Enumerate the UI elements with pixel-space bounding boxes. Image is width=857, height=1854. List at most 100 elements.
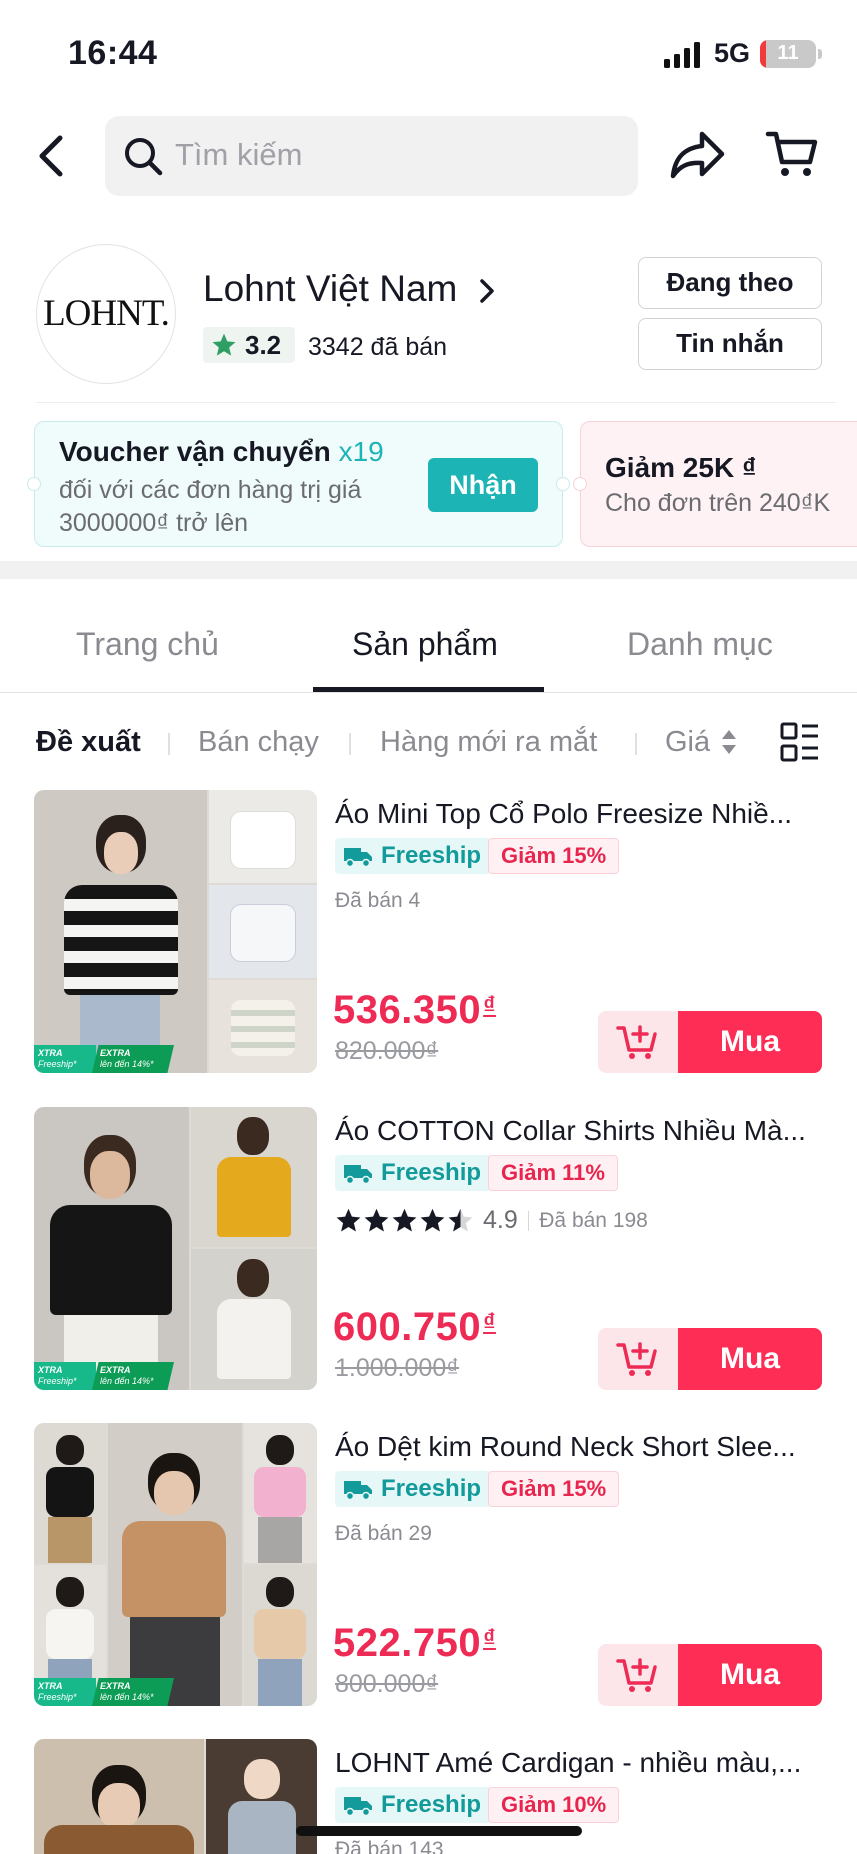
shipping-voucher-card[interactable]: Voucher vận chuyển x19 đối với các đơn h… [34, 421, 563, 547]
search-input[interactable]: Tìm kiếm [105, 116, 638, 196]
product-image[interactable]: XTRA Freeship* EXTRA lên đến 14%* [34, 1107, 317, 1390]
product-title[interactable]: LOHNT Amé Cardigan - nhiều màu,... [335, 1747, 825, 1779]
product-sold-count: Đã bán 29 [335, 1522, 432, 1545]
product-photo [206, 1739, 317, 1854]
cart-icon[interactable] [764, 126, 820, 182]
voucher-description: đối với các đơn hàng trị giá 3000000₫ tr… [59, 476, 362, 537]
signal-icon [664, 42, 700, 68]
star-icon [336, 1208, 361, 1232]
product-card[interactable]: XTRA Freeship* EXTRA lên đến 14%* Áo Mini … [0, 790, 857, 1075]
search-icon [125, 138, 163, 176]
truck-icon [344, 1165, 372, 1184]
freeship-label: Freeship [381, 1475, 482, 1502]
divider [36, 402, 836, 403]
product-photo [209, 885, 317, 978]
product-title[interactable]: Áo Dệt kim Round Neck Short Slee... [335, 1431, 825, 1463]
sort-best-selling[interactable]: Bán chạy [198, 726, 319, 759]
discount-badge: Giảm 10% [488, 1787, 620, 1823]
sort-arrows-icon[interactable] [720, 727, 738, 757]
section-gap [0, 561, 857, 579]
voucher-notch [556, 477, 570, 491]
add-to-cart-button[interactable] [598, 1011, 678, 1073]
original-price: 800.000₫ [335, 1670, 439, 1698]
search-placeholder: Tìm kiếm [175, 137, 303, 172]
product-photo [191, 1249, 317, 1390]
tabs-divider [0, 692, 857, 693]
discount-badge: Giảm 15% [488, 838, 620, 874]
tab-categories[interactable]: Danh mục [627, 626, 773, 663]
sort-price[interactable]: Giá [665, 726, 710, 759]
original-price: 820.000₫ [335, 1037, 439, 1065]
status-bar: 16:44 5G 11 [0, 0, 857, 110]
rating-stars [335, 1207, 475, 1234]
voucher-description: Cho đơn trên 240₫K [605, 489, 831, 517]
buy-button[interactable]: Mua [678, 1644, 822, 1706]
sort-separator [349, 733, 351, 755]
chevron-right-icon[interactable] [476, 276, 498, 306]
shop-name[interactable]: Lohnt Việt Nam [203, 268, 457, 310]
product-title[interactable]: Áo Mini Top Cổ Polo Freesize Nhiề... [335, 798, 825, 830]
star-icon [212, 333, 236, 356]
model-photo [108, 1423, 242, 1706]
product-photo [209, 980, 317, 1073]
product-card[interactable]: XTRA Freeship* EXTRA lên đến 14%* Áo COTTO… [0, 1107, 857, 1392]
following-button[interactable]: Đang theo [638, 257, 822, 309]
status-time: 16:44 [68, 34, 158, 72]
xtra-extra-badge: XTRA Freeship* EXTRA lên đến 14%* [34, 1678, 174, 1706]
list-layout-icon[interactable] [780, 722, 820, 764]
product-photo [34, 1423, 106, 1563]
product-card[interactable]: LOHNT Amé Cardigan - nhiều màu,... Frees… [0, 1739, 857, 1854]
discount-voucher-card[interactable]: Giảm 25K ₫ Cho đơn trên 240₫K [580, 421, 857, 547]
product-title[interactable]: Áo COTTON Collar Shirts Nhiều Mà... [335, 1115, 825, 1147]
voucher-notch [27, 477, 41, 491]
sort-recommended[interactable]: Đề xuất [36, 726, 141, 759]
model-photo [34, 790, 207, 1073]
shop-rating-value: 3.2 [245, 329, 282, 360]
product-sold-count: Đã bán 143 [335, 1838, 444, 1854]
product-sold-count: Đã bán 198 [539, 1208, 648, 1232]
freeship-badge: Freeship [335, 838, 492, 874]
tab-home[interactable]: Trang chủ [76, 626, 219, 663]
truck-icon [344, 848, 372, 867]
add-to-cart-button[interactable] [598, 1644, 678, 1706]
star-icon [392, 1208, 417, 1232]
battery-icon: 11 [760, 40, 816, 68]
share-icon[interactable] [668, 126, 726, 184]
cart-plus-icon [616, 1025, 657, 1059]
product-photo [191, 1107, 317, 1247]
claim-voucher-button[interactable]: Nhận [428, 458, 538, 512]
add-to-cart-button[interactable] [598, 1328, 678, 1390]
product-image[interactable]: XTRA Freeship* EXTRA lên đến 14%* [34, 1423, 317, 1706]
rating-value: 4.9 [483, 1206, 518, 1234]
buy-button[interactable]: Mua [678, 1328, 822, 1390]
voucher-notch [573, 477, 587, 491]
xtra-extra-badge: XTRA Freeship* EXTRA lên đến 14%* [34, 1045, 174, 1073]
truck-icon [344, 1481, 372, 1500]
network-type: 5G [714, 38, 751, 68]
star-icon [420, 1208, 445, 1232]
freeship-badge: Freeship [335, 1155, 492, 1191]
buy-button[interactable]: Mua [678, 1011, 822, 1073]
product-rating-row: 4.9 Đã bán 198 [335, 1206, 648, 1235]
product-image[interactable]: XTRA Freeship* EXTRA lên đến 14%* [34, 790, 317, 1073]
star-icon [364, 1208, 389, 1232]
shop-sold-count: 3342 đã bán [308, 333, 448, 361]
product-price: 536.350₫ [333, 988, 496, 1032]
back-arrow-icon[interactable] [30, 128, 74, 184]
battery-percent: 11 [777, 42, 799, 64]
sort-new-arrivals[interactable]: Hàng mới ra mắt [380, 726, 597, 759]
battery-tip [818, 49, 822, 59]
tab-products[interactable]: Sản phẩm [352, 626, 498, 663]
star-icon [448, 1208, 473, 1232]
discount-badge: Giảm 15% [488, 1471, 620, 1507]
truck-icon [344, 1797, 372, 1816]
shop-avatar[interactable]: LOHNT. [36, 244, 176, 384]
message-button[interactable]: Tin nhắn [638, 318, 822, 370]
product-card[interactable]: XTRA Freeship* EXTRA lên đến 14%* Áo Dệt k… [0, 1423, 857, 1708]
product-sold-count: Đã bán 4 [335, 889, 421, 912]
product-photo [209, 790, 317, 883]
product-price: 522.750₫ [333, 1621, 496, 1665]
home-indicator [296, 1826, 582, 1836]
freeship-badge: Freeship [335, 1471, 492, 1507]
product-image[interactable] [34, 1739, 317, 1854]
